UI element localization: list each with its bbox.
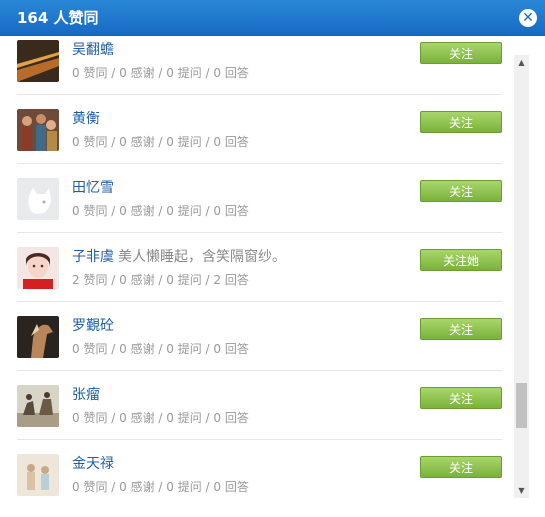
list-item: 金天禄 0 赞同 / 0 感谢 / 0 提问 / 0 回答 关注 bbox=[17, 441, 502, 509]
list-item: 子非虞 美人懒睡起，含笑隔窗纱。 2 赞同 / 0 感谢 / 0 提问 / 2 回… bbox=[17, 234, 502, 302]
divider bbox=[17, 370, 502, 371]
likers-dialog: 164 人赞同 ✕ 吴翻蟾 0 赞同 / 0 感谢 / 0 提问 / 0 回答 … bbox=[0, 0, 545, 517]
user-name-link[interactable]: 罗覲砼 bbox=[72, 317, 114, 335]
user-stats: 0 赞同 / 0 感谢 / 0 提问 / 0 回答 bbox=[72, 66, 249, 80]
user-list: 吴翻蟾 0 赞同 / 0 感谢 / 0 提问 / 0 回答 关注 黄衡 0 赞同… bbox=[0, 36, 512, 517]
follow-button[interactable]: 关注 bbox=[420, 456, 502, 478]
list-item: 张瘤 0 赞同 / 0 感谢 / 0 提问 / 0 回答 关注 bbox=[17, 372, 502, 440]
list-item: 罗覲砼 0 赞同 / 0 感谢 / 0 提问 / 0 回答 关注 bbox=[17, 303, 502, 371]
list-item: 田忆雪 0 赞同 / 0 感谢 / 0 提问 / 0 回答 关注 bbox=[17, 165, 502, 233]
follow-button[interactable]: 关注 bbox=[420, 387, 502, 409]
scroll-down-icon[interactable]: ▼ bbox=[514, 483, 529, 498]
divider bbox=[17, 94, 502, 95]
follow-button[interactable]: 关注 bbox=[420, 318, 502, 340]
follow-button[interactable]: 关注 bbox=[420, 111, 502, 133]
list-item: 吴翻蟾 0 赞同 / 0 感谢 / 0 提问 / 0 回答 关注 bbox=[17, 36, 502, 95]
user-name-link[interactable]: 吴翻蟾 bbox=[72, 41, 114, 59]
dialog-title: 164 人赞同 bbox=[17, 9, 99, 27]
avatar-default-icon[interactable] bbox=[17, 178, 59, 220]
divider bbox=[17, 163, 502, 164]
divider bbox=[17, 301, 502, 302]
follow-button[interactable]: 关注 bbox=[420, 180, 502, 202]
user-stats: 0 赞同 / 0 感谢 / 0 提问 / 0 回答 bbox=[72, 342, 249, 356]
user-name-link[interactable]: 金天禄 bbox=[72, 455, 114, 473]
user-stats: 0 赞同 / 0 感谢 / 0 提问 / 0 回答 bbox=[72, 135, 249, 149]
follow-button[interactable]: 关注她 bbox=[420, 249, 502, 271]
divider bbox=[17, 232, 502, 233]
avatar-road-icon[interactable] bbox=[17, 40, 59, 82]
scroll-up-icon[interactable]: ▲ bbox=[514, 55, 529, 70]
avatar-riders-icon[interactable] bbox=[17, 385, 59, 427]
avatar-horse-icon[interactable] bbox=[17, 316, 59, 358]
divider bbox=[17, 439, 502, 440]
user-name-link[interactable]: 子非虞 美人懒睡起，含笑隔窗纱。 bbox=[72, 248, 286, 266]
user-signature: 美人懒睡起，含笑隔窗纱。 bbox=[118, 249, 286, 265]
close-icon[interactable]: ✕ bbox=[519, 9, 537, 27]
scrollbar[interactable]: ▲ ▼ bbox=[514, 55, 529, 498]
avatar-girl-icon[interactable] bbox=[17, 247, 59, 289]
user-stats: 0 赞同 / 0 感谢 / 0 提问 / 0 回答 bbox=[72, 480, 249, 494]
user-name-link[interactable]: 张瘤 bbox=[72, 386, 100, 404]
user-stats: 0 赞同 / 0 感谢 / 0 提问 / 0 回答 bbox=[72, 204, 249, 218]
user-stats: 0 赞同 / 0 感谢 / 0 提问 / 0 回答 bbox=[72, 411, 249, 425]
avatar-figures-icon[interactable] bbox=[17, 454, 59, 496]
dialog-header: 164 人赞同 ✕ bbox=[0, 0, 545, 36]
user-name-link[interactable]: 田忆雪 bbox=[72, 179, 114, 197]
scrollbar-thumb[interactable] bbox=[516, 383, 527, 428]
follow-button[interactable]: 关注 bbox=[420, 42, 502, 64]
list-item: 黄衡 0 赞同 / 0 感谢 / 0 提问 / 0 回答 关注 bbox=[17, 96, 502, 164]
user-name-link[interactable]: 黄衡 bbox=[72, 110, 100, 128]
user-stats: 2 赞同 / 0 感谢 / 0 提问 / 2 回答 bbox=[72, 273, 249, 287]
avatar-crowd-icon[interactable] bbox=[17, 109, 59, 151]
